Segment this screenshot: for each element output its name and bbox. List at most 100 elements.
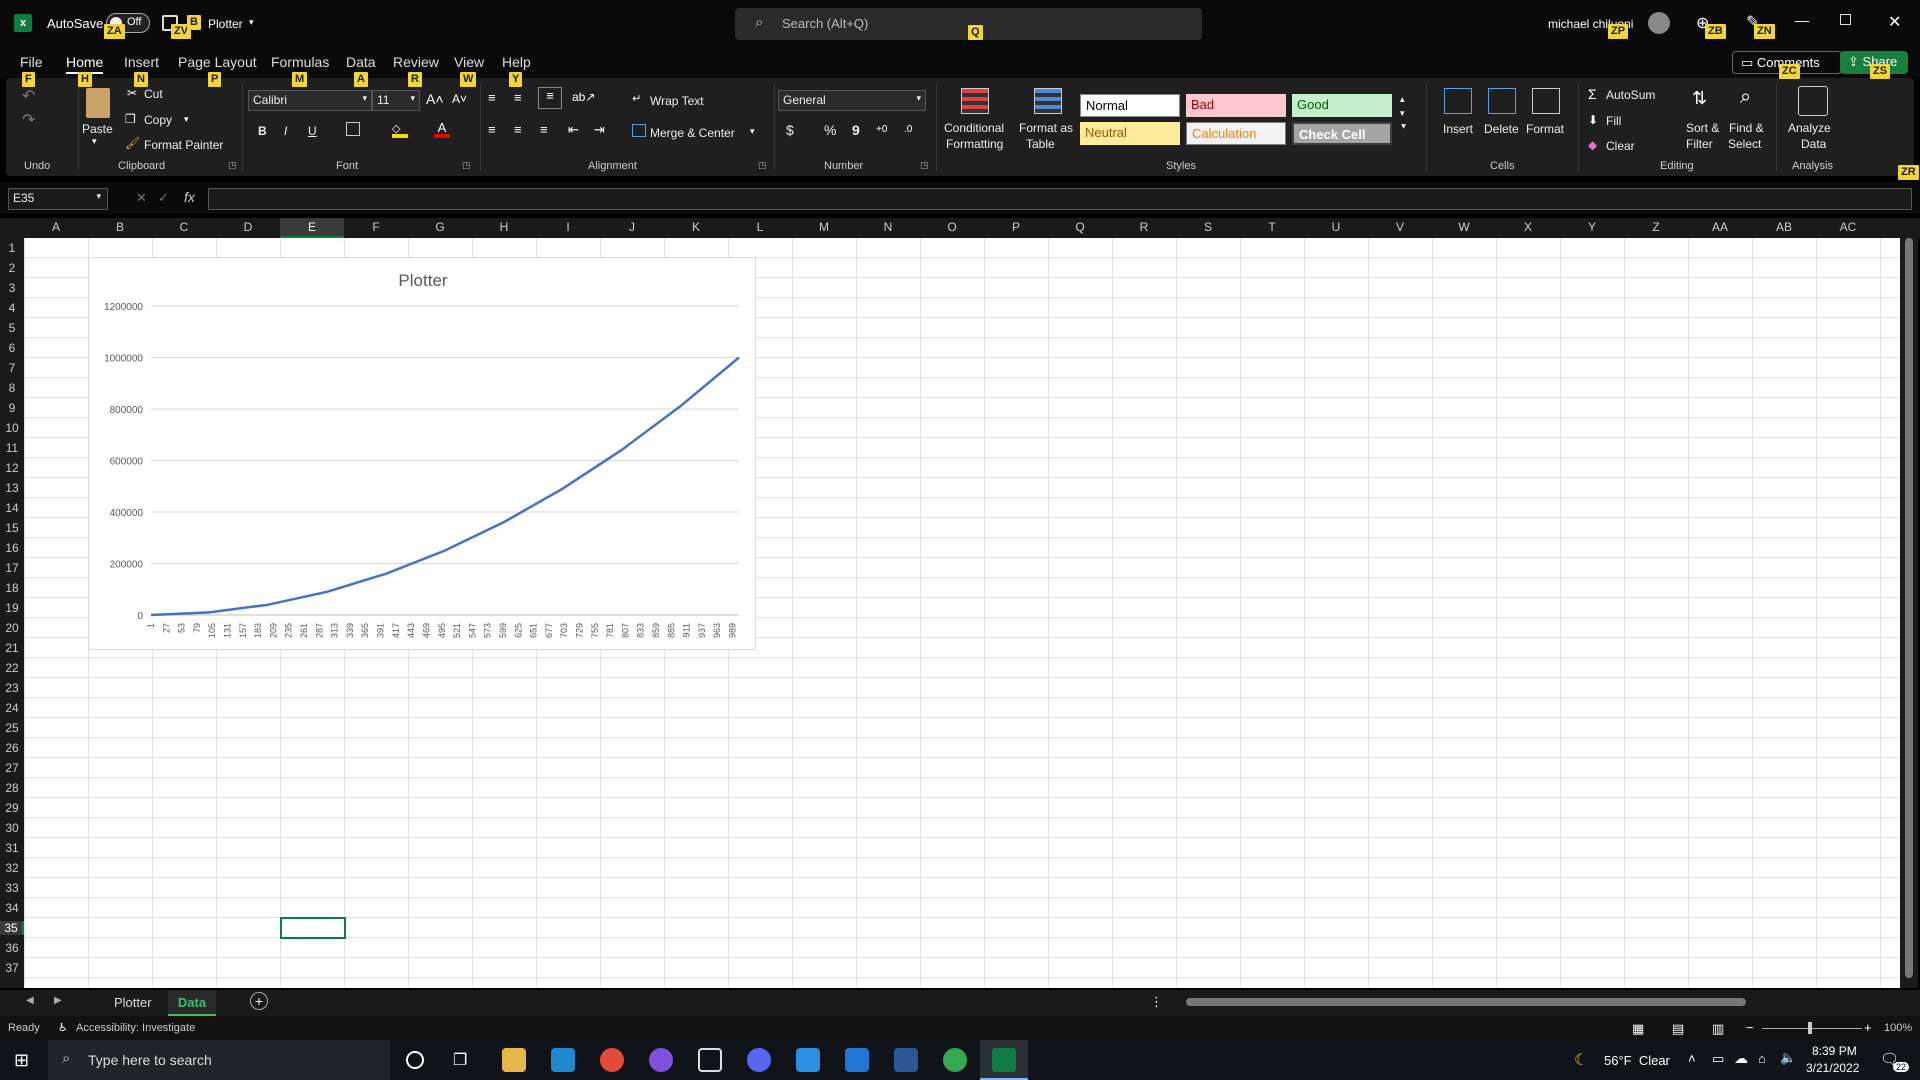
column-header[interactable]: L <box>728 220 792 234</box>
column-header[interactable]: G <box>408 220 472 234</box>
increase-decimal-icon[interactable]: +0 <box>876 124 887 135</box>
copy-chevron-icon[interactable]: ▾ <box>184 114 189 125</box>
column-header[interactable]: AC <box>1816 220 1880 234</box>
column-header[interactable]: Q <box>1048 220 1112 234</box>
discord-icon[interactable] <box>747 1048 771 1072</box>
row-header[interactable]: 21 <box>0 641 24 655</box>
row-header[interactable]: 13 <box>0 481 24 495</box>
sort-filter-icon[interactable]: ⇅ <box>1692 88 1707 109</box>
style-calculation[interactable]: Calculation <box>1186 122 1286 145</box>
cut-icon[interactable]: ✂ <box>127 86 137 100</box>
decrease-indent-icon[interactable]: ⇤ <box>568 122 579 138</box>
column-header[interactable]: X <box>1496 220 1560 234</box>
avatar[interactable] <box>1648 12 1670 34</box>
column-header[interactable]: Z <box>1624 220 1688 234</box>
row-header[interactable]: 17 <box>0 561 24 575</box>
fill-color-icon[interactable]: ◇ <box>392 122 408 138</box>
delete-cells-button[interactable]: Delete <box>1484 122 1519 136</box>
mail-icon[interactable] <box>845 1048 869 1072</box>
font-name-select[interactable]: Calibri ▾ <box>248 90 372 111</box>
merge-center-button[interactable]: Merge & Center <box>650 126 735 140</box>
column-header[interactable]: N <box>856 220 920 234</box>
sort-filter-label1[interactable]: Sort & <box>1686 121 1719 135</box>
row-header[interactable]: 9 <box>0 401 24 415</box>
find-select-icon[interactable]: ⌕ <box>1740 86 1751 109</box>
close-icon[interactable]: ✕ <box>1888 12 1901 32</box>
style-check-cell[interactable]: Check Cell <box>1292 122 1392 145</box>
file-explorer-icon[interactable] <box>502 1048 526 1072</box>
tab-file[interactable]: File <box>20 54 43 70</box>
tab-page-layout[interactable]: Page Layout <box>178 54 257 70</box>
column-header[interactable]: S <box>1176 220 1240 234</box>
analyze-data-label2[interactable]: Data <box>1801 137 1826 151</box>
document-name[interactable]: Plotter <box>208 17 243 31</box>
column-header[interactable]: F <box>344 220 408 234</box>
row-header[interactable]: 24 <box>0 701 24 715</box>
row-header[interactable]: 28 <box>0 781 24 795</box>
row-header[interactable]: 26 <box>0 741 24 755</box>
column-header[interactable]: M <box>792 220 856 234</box>
network-icon[interactable]: ⌂ <box>1758 1051 1766 1066</box>
row-header[interactable]: 33 <box>0 881 24 895</box>
zoom-out-icon[interactable]: − <box>1746 1020 1754 1035</box>
minimize-icon[interactable]: — <box>1795 12 1809 28</box>
align-center-icon[interactable]: ≡ <box>514 122 522 137</box>
line-chart[interactable]: Plotter 0 200000 400000 600000 800000 1000000 1… <box>89 258 757 651</box>
format-table-icon[interactable] <box>1034 88 1062 114</box>
windows-start-icon[interactable]: ⊞ <box>14 1050 29 1071</box>
column-header[interactable]: B <box>88 220 152 234</box>
insert-cells-button[interactable]: Insert <box>1443 122 1473 136</box>
conditional-formatting-label2[interactable]: Formatting <box>946 137 1003 151</box>
style-good[interactable]: Good <box>1292 94 1392 117</box>
conditional-formatting-label1[interactable]: Conditional <box>944 121 1004 135</box>
doc-menu-chevron-icon[interactable]: ▾ <box>249 17 254 28</box>
row-header[interactable]: 15 <box>0 521 24 535</box>
tab-home[interactable]: Home <box>66 54 104 74</box>
autosum-button[interactable]: AutoSum <box>1606 88 1655 102</box>
row-header[interactable]: 10 <box>0 421 24 435</box>
github-icon[interactable] <box>649 1048 673 1072</box>
row-header[interactable]: 16 <box>0 541 24 555</box>
row-header[interactable]: 11 <box>0 441 24 455</box>
row-header[interactable]: 37 <box>0 961 24 975</box>
column-header[interactable]: H <box>472 220 536 234</box>
insert-cells-icon[interactable] <box>1444 88 1472 114</box>
weather-icon[interactable]: ☾ <box>1574 1050 1588 1070</box>
insert-function-icon[interactable]: fx <box>184 189 195 205</box>
column-header[interactable]: AA <box>1688 220 1752 234</box>
sheet-tab-data[interactable]: Data <box>168 990 216 1016</box>
virtualbox-icon[interactable] <box>698 1048 722 1072</box>
tab-formulas[interactable]: Formulas <box>271 54 329 70</box>
clear-icon[interactable]: ◆ <box>1588 138 1597 152</box>
clock-time[interactable]: 8:39 PM <box>1812 1044 1857 1058</box>
column-header[interactable]: I <box>536 220 600 234</box>
column-header[interactable]: O <box>920 220 984 234</box>
zoom-in-icon[interactable]: + <box>1864 1020 1872 1035</box>
tab-insert[interactable]: Insert <box>124 54 159 70</box>
row-header[interactable]: 12 <box>0 461 24 475</box>
row-header[interactable]: 6 <box>0 341 24 355</box>
column-header[interactable]: V <box>1368 220 1432 234</box>
volume-icon[interactable]: 🔈 <box>1780 1050 1796 1066</box>
fill-icon[interactable]: ⬇ <box>1588 113 1598 127</box>
clock-date[interactable]: 3/21/2022 <box>1806 1061 1859 1075</box>
taskbar-search-box[interactable]: ⌕ Type here to search <box>48 1040 390 1080</box>
format-cells-icon[interactable] <box>1532 88 1560 114</box>
column-header[interactable]: J <box>600 220 664 234</box>
row-header[interactable]: 19 <box>0 601 24 615</box>
row-header[interactable]: 35 <box>0 921 24 935</box>
accessibility-status[interactable]: Accessibility: Investigate <box>76 1022 195 1034</box>
column-header[interactable]: W <box>1432 220 1496 234</box>
row-header[interactable]: 3 <box>0 281 24 295</box>
format-table-label1[interactable]: Format as <box>1019 121 1073 135</box>
merge-icon[interactable] <box>632 124 646 137</box>
name-box[interactable]: E35 ▾ <box>8 188 108 210</box>
analyze-data-label1[interactable]: Analyze <box>1788 121 1831 135</box>
chrome-icon[interactable] <box>600 1048 624 1072</box>
select-all-corner[interactable] <box>0 218 24 238</box>
column-header[interactable]: K <box>664 220 728 234</box>
font-color-icon[interactable]: A <box>434 120 450 138</box>
column-header[interactable]: P <box>984 220 1048 234</box>
vertical-scrollbar[interactable] <box>1900 222 1918 988</box>
chrome-profile-icon[interactable] <box>943 1048 967 1072</box>
